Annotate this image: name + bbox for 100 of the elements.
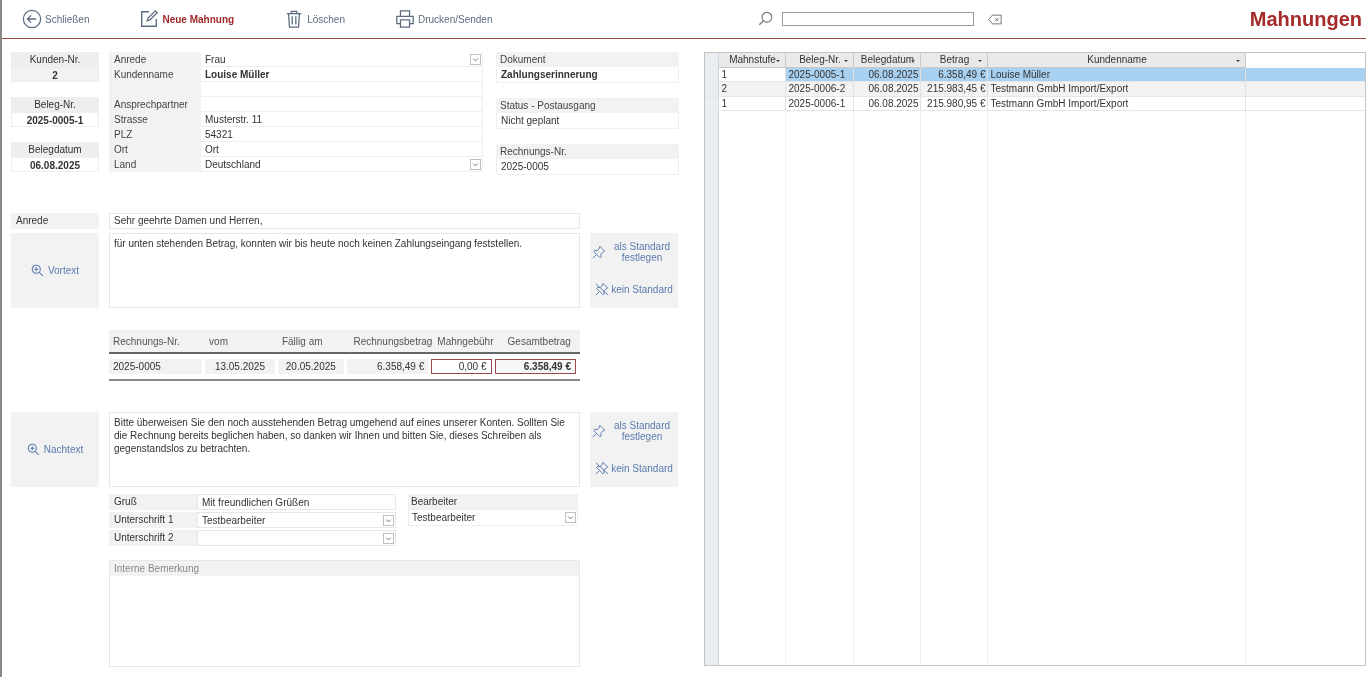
dropdown-field[interactable]: Testbearbeiter — [197, 512, 396, 528]
no-default-button[interactable]: kein Standard — [590, 270, 678, 308]
set-default-button[interactable]: als Standard festlegen — [590, 412, 678, 450]
printer-icon — [394, 9, 415, 29]
field-label: Status - Postausgang — [496, 98, 679, 113]
table-cell: 215.983,45 € — [921, 82, 989, 96]
table-cell: 2 — [719, 82, 787, 96]
field-label: Bearbeiter — [408, 494, 578, 509]
table-cell: 1 — [719, 96, 787, 110]
table-cell: Testmann GmbH Import/Export — [988, 82, 1247, 96]
no-default-button[interactable]: kein Standard — [590, 449, 678, 487]
column-header[interactable]: Betrag — [921, 53, 989, 68]
set-default-button[interactable]: als Standard festlegen — [590, 233, 678, 271]
column-header[interactable]: Mahnstufe — [719, 53, 787, 68]
field-label: Anrede — [11, 213, 99, 229]
amount-field[interactable]: 6.358,49 € — [494, 359, 576, 374]
field-value: 2025-0005 — [496, 159, 679, 175]
field-label: Unterschrift 1 — [109, 512, 197, 528]
table-cell: 2025-0006-2 — [786, 82, 855, 96]
field-value: Nicht geplant — [496, 113, 679, 129]
field-value: 2025-0005-1 — [11, 112, 99, 127]
field-label: Ort — [109, 142, 201, 157]
field-value: 2 — [11, 67, 99, 82]
edit-icon — [139, 9, 160, 29]
table-cell: 6.358,49 € — [921, 67, 989, 81]
page-title: Mahnungen — [1249, 7, 1363, 31]
table-cell: 20.05.2025 — [277, 359, 344, 374]
table-cell: 06.08.2025 — [854, 67, 922, 81]
sort-icon — [775, 59, 782, 63]
corner-selector[interactable] — [705, 53, 720, 68]
pin-off-icon — [595, 461, 610, 476]
field-label: Belegdatum — [11, 142, 99, 157]
amount-field[interactable]: 0,00 € — [431, 359, 492, 374]
field-label: Rechnungs-Nr. — [496, 144, 679, 159]
column-header[interactable]: Kundenname — [988, 53, 1247, 68]
text-field[interactable]: Louise Müller — [201, 67, 483, 82]
column-header: Gesamtbetrag — [506, 335, 572, 347]
pin-icon — [592, 423, 606, 438]
dropdown-icon[interactable] — [470, 53, 481, 65]
text-field[interactable]: 54321 — [201, 127, 483, 142]
dropdown-field[interactable] — [197, 530, 396, 546]
field-label: Kunden-Nr. — [11, 52, 99, 67]
field-label: Gruß — [109, 494, 197, 510]
intro-text-field[interactable]: für unten stehenden Betrag, konnten wir bis heute noch keinen Zahlungseingang feststellen. — [109, 233, 580, 308]
field-label: Ansprechpartner — [109, 97, 201, 112]
salutation-field[interactable]: Sehr geehrte Damen und Herren, — [109, 213, 580, 229]
field-label: Land — [109, 157, 201, 172]
search-field[interactable] — [782, 12, 974, 26]
table-cell: 06.08.2025 — [854, 82, 922, 96]
text-field[interactable]: Ort — [201, 142, 483, 157]
sort-icon — [843, 59, 850, 63]
table-cell: Testmann GmbH Import/Export — [988, 96, 1247, 110]
dropdown-icon[interactable] — [383, 532, 394, 544]
table-cell: 2025-0005 — [109, 359, 203, 374]
table-cell: 215.980,95 € — [921, 96, 989, 110]
table-cell: 6.358,49 € — [346, 359, 429, 374]
print-button[interactable]: Drucken/Senden — [390, 7, 497, 31]
closing-text-field[interactable]: Bitte überweisen Sie den noch ausstehenden Betrag umgehend auf eines unserer Konten. Sollten Sie die Rechnung bereits beglichen haben, so danken wir Ihnen und bitten Sie, dieses Schreiben als gegenstandslos zu betrachten. — [109, 412, 580, 487]
field-label: Unterschrift 2 — [109, 530, 197, 546]
pin-off-icon — [595, 282, 610, 297]
table-cell: 06.08.2025 — [854, 96, 922, 110]
row-selector[interactable] — [705, 82, 720, 96]
column-header: Rechnungs-Nr. — [113, 335, 181, 347]
clear-icon[interactable] — [988, 13, 1002, 25]
column-header: Rechnungsbetrag — [352, 335, 433, 347]
pin-icon — [592, 244, 606, 259]
dropdown-icon[interactable] — [383, 514, 394, 526]
delete-button[interactable]: Löschen — [280, 7, 349, 31]
text-field[interactable]: Mit freundlichen Grüßen — [197, 494, 396, 510]
column-header[interactable]: Belegdatum — [854, 53, 922, 68]
dropdown-field[interactable]: Frau — [201, 52, 483, 67]
sort-icon — [977, 59, 984, 63]
close-button[interactable]: Schließen — [18, 7, 94, 31]
field-label: Dokument — [496, 52, 679, 67]
dropdown-field[interactable]: Testbearbeiter — [408, 509, 578, 526]
column-header: vom — [209, 335, 229, 347]
field-label: Interne Bemerkung — [110, 561, 579, 576]
intro-text-button[interactable]: Vortext — [11, 233, 99, 308]
dropdown-icon[interactable] — [565, 512, 576, 523]
table-cell: Louise Müller — [988, 67, 1247, 81]
table-cell: 13.05.2025 — [205, 359, 275, 374]
field-value: 06.08.2025 — [11, 157, 99, 172]
column-header[interactable]: Beleg-Nr. — [786, 53, 855, 68]
search-icon — [758, 11, 774, 27]
field-label: PLZ — [109, 127, 201, 142]
field-label: Strasse — [109, 112, 201, 127]
closing-text-button[interactable]: Nachtext — [11, 412, 99, 487]
sort-icon — [1235, 59, 1242, 63]
text-field[interactable]: Musterstr. 11 — [201, 112, 483, 127]
field-label: Beleg-Nr. — [11, 97, 99, 112]
zoom-in-icon — [30, 264, 44, 277]
field-value: Zahlungserinnerung — [496, 67, 679, 83]
column-header: Mahngebühr — [436, 335, 495, 347]
column-header: Fällig am — [281, 335, 324, 347]
new-button[interactable]: Neue Mahnung — [135, 7, 239, 31]
dropdown-icon[interactable] — [470, 158, 481, 170]
field-label: Kundenname — [109, 67, 201, 82]
table-row[interactable]: 2 2025-0006-2 06.08.2025 215.983,45 € Testmann GmbH Import/Export — [705, 82, 1365, 97]
field-label: Anrede — [109, 52, 201, 67]
dropdown-field[interactable]: Deutschland — [201, 157, 483, 172]
